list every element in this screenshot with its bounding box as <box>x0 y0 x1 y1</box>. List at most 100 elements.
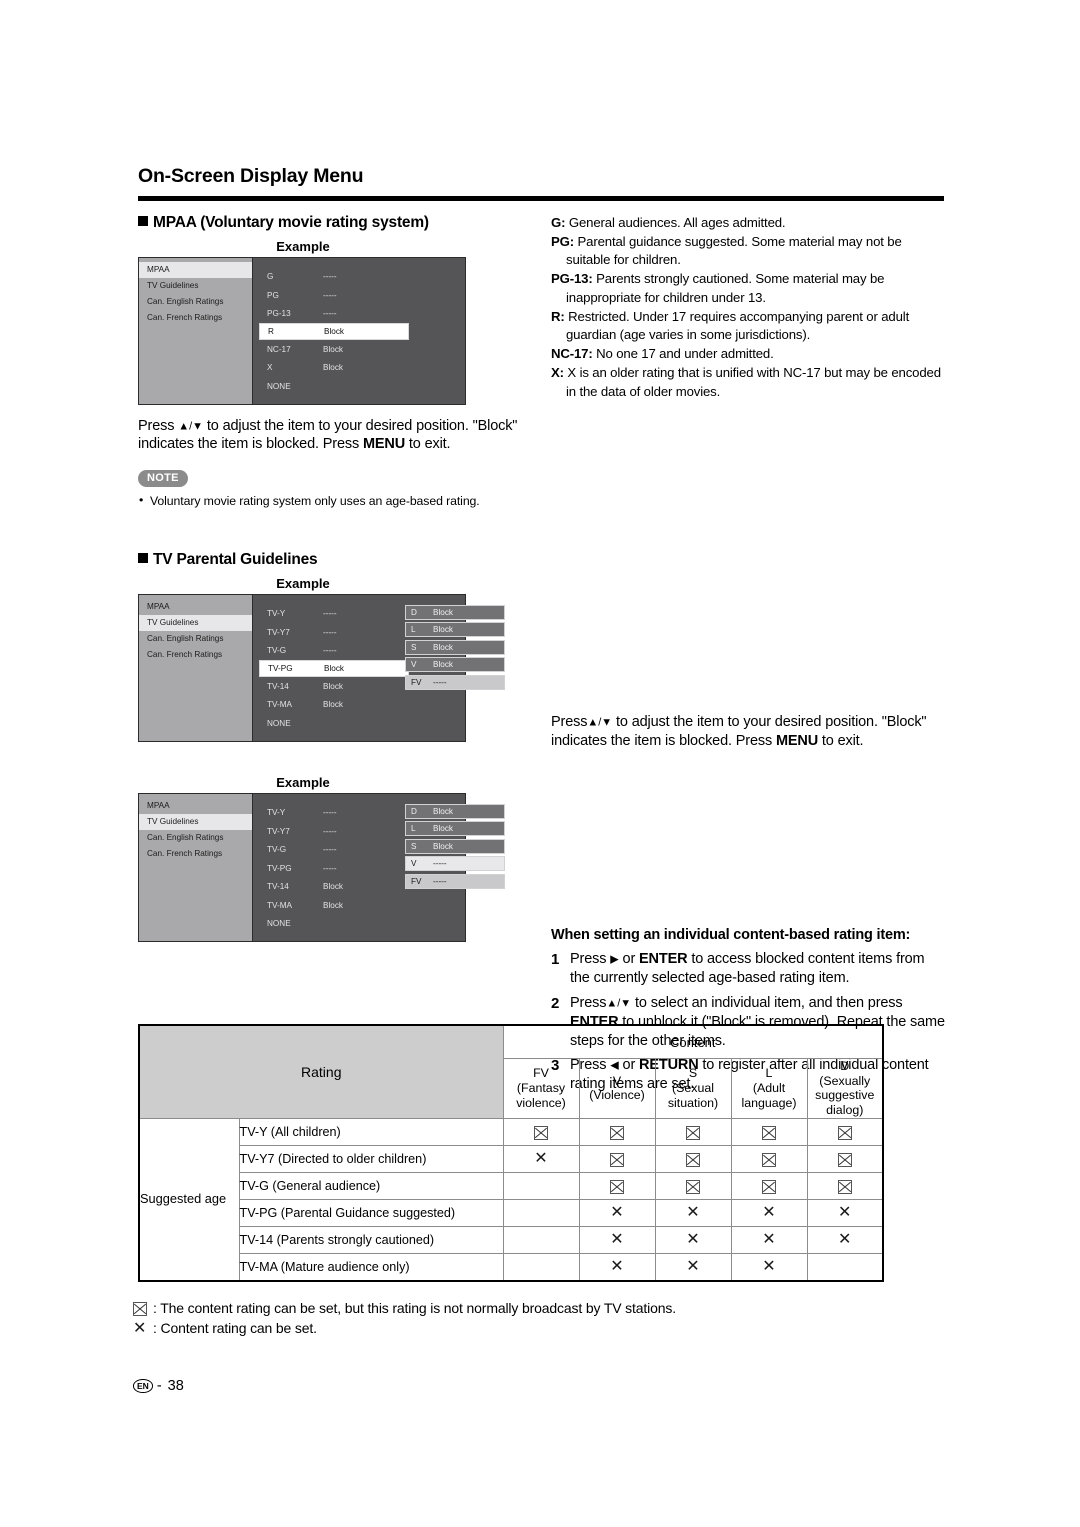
tvg1-content-row[interactable]: FV ----- <box>405 674 505 690</box>
plain-x-icon: ✕ <box>838 1204 852 1221</box>
content-code: S <box>411 642 417 652</box>
tvg1-content-row[interactable]: S Block <box>405 639 505 655</box>
tvg-osd-screen-2: MPAA TV Guidelines Can. English Ratings Can… <box>138 792 505 943</box>
tvg1-menu-item[interactable]: Can. English Ratings <box>139 631 252 647</box>
mpaa-menu-item[interactable]: TV Guidelines <box>139 278 252 294</box>
tvg1-content-panel: D Block L Block S Block V Block FV ----- <box>405 604 505 693</box>
rating-label-cell: TV-Y7 (Directed to older children) <box>238 1144 504 1173</box>
rating-name: TV-MA <box>267 900 293 910</box>
mpaa-example-label: Example <box>276 238 330 254</box>
rating-name: PG-13 <box>267 309 291 319</box>
tvg-example-label-2: Example <box>276 774 330 790</box>
tvg1-content-row[interactable]: D Block <box>405 604 505 620</box>
tvg2-osd-main: D Block L Block S Block V ----- FV ----- TV-Y ----… <box>253 794 505 942</box>
page-title: On-Screen Display Menu <box>138 165 364 187</box>
tvg2-content-row[interactable]: L Block <box>405 821 505 837</box>
legend-boxed-x-icon <box>133 1299 153 1319</box>
step-fragment: to select an individual item, and then p… <box>631 994 903 1011</box>
mpaa-menu-item[interactable]: Can. French Ratings <box>139 310 252 326</box>
table-row: TV-MA (Mature audience only) ✕ ✕ ✕ <box>139 1252 885 1282</box>
tvg2-rating-row[interactable]: TV-MA Block <box>253 896 465 915</box>
mpaa-rating-row[interactable]: PG-13 ----- <box>253 305 465 324</box>
rating-mark-cell <box>654 1171 732 1200</box>
tvg1-rating-row[interactable]: TV-MA Block <box>253 696 465 715</box>
tvg2-content-row[interactable]: FV ----- <box>405 873 505 889</box>
tvg1-menu-item[interactable]: MPAA <box>139 599 252 615</box>
tvg2-content-row[interactable]: S Block <box>405 838 505 854</box>
page-header: On-Screen Display Menu <box>138 165 944 187</box>
right-column-spacer <box>551 401 946 713</box>
rating-mark-cell: ✕ <box>502 1144 580 1173</box>
definition-text: Restricted. Under 17 requires accompanyi… <box>564 308 910 343</box>
rating-name: TV-Y7 <box>267 826 290 836</box>
tvg2-content-row[interactable]: V ----- <box>405 856 505 872</box>
right-column: G: General audiences. All ages admitted.… <box>551 214 946 1094</box>
rating-name: NC-17 <box>267 344 291 354</box>
mpaa-osd-sidebar: MPAA TV Guidelines Can. English Ratings Can… <box>139 257 253 404</box>
content-value: Block <box>433 824 454 834</box>
content-value: Block <box>433 642 454 652</box>
rating-name: TV-Y <box>267 609 286 619</box>
boxed-x-icon <box>686 1179 700 1194</box>
press-text-3: to exit. <box>405 436 451 453</box>
mpaa-menu-item[interactable]: MPAA <box>139 261 252 278</box>
boxed-x-icon <box>837 1179 852 1194</box>
mpaa-rating-row[interactable]: NONE <box>253 377 465 396</box>
legend-row: ✕: Content rating can be set. <box>133 1319 933 1339</box>
mpaa-rating-row[interactable]: G ----- <box>253 268 465 287</box>
rating-mark-cell: ✕ <box>730 1198 808 1227</box>
tvg1-menu-item[interactable]: TV Guidelines <box>139 614 252 632</box>
rating-mark-cell: ✕ <box>730 1225 808 1254</box>
rating-name: TV-PG <box>268 664 293 674</box>
boxed-x-icon <box>610 1125 624 1140</box>
rating-mark-cell <box>806 1171 885 1200</box>
rating-label-cell: TV-14 (Parents strongly cautioned) <box>238 1225 504 1254</box>
column-code: D <box>840 1059 850 1073</box>
tvg1-content-row[interactable]: V Block <box>405 657 505 673</box>
tvg2-menu-item[interactable]: Can. French Ratings <box>139 846 252 862</box>
tvg1-rating-row[interactable]: TV-PG Block <box>259 660 409 678</box>
tvg2-content-row[interactable]: D Block <box>405 803 505 819</box>
tvg2-menu-item[interactable]: MPAA <box>139 798 252 814</box>
content-code: S <box>411 841 417 851</box>
column-description: (Sexually suggestive dialog) <box>815 1073 875 1117</box>
mpaa-rating-row[interactable]: X Block <box>253 359 465 378</box>
definition-term: NC-17: <box>551 346 593 362</box>
mpaa-rating-row[interactable]: R Block <box>259 323 409 341</box>
mpaa-menu-item[interactable]: Can. English Ratings <box>139 294 252 310</box>
column-description: (Violence) <box>589 1088 645 1103</box>
plain-x-icon: ✕ <box>686 1258 700 1275</box>
menu-key-label: MENU <box>775 733 819 750</box>
direction-arrow-icon: ▶ <box>610 953 619 966</box>
definition-text: Parents strongly cautioned. Some materia… <box>566 271 885 305</box>
plain-x-icon: ✕ <box>762 1258 776 1275</box>
mpaa-rating-row[interactable]: PG ----- <box>253 286 465 305</box>
rating-mark-cell <box>730 1171 808 1200</box>
tvg2-menu-item[interactable]: TV Guidelines <box>139 813 252 831</box>
rating-value: ----- <box>323 646 337 656</box>
definition-term: X: <box>551 364 564 380</box>
rating-mark-cell <box>806 1144 885 1173</box>
rating-label-cell: TV-Y (All children) <box>238 1117 504 1146</box>
tvg2-menu-item[interactable]: Can. English Ratings <box>139 830 252 846</box>
rating-value: ----- <box>323 609 337 619</box>
tvg1-rating-row[interactable]: NONE <box>253 714 465 733</box>
content-code: FV <box>411 677 422 687</box>
rating-mark-cell <box>578 1117 656 1146</box>
mpaa-rating-row[interactable]: NC-17 Block <box>253 340 465 359</box>
step-text: Press ▶ or ENTER to access blocked conte… <box>570 950 946 988</box>
rating-definition: PG-13: Parents strongly cautioned. Some … <box>551 270 946 307</box>
boxed-x-icon <box>534 1125 548 1140</box>
boxed-x-icon <box>762 1152 776 1167</box>
tvg1-menu-item[interactable]: Can. French Ratings <box>139 647 252 663</box>
rating-value: ----- <box>323 627 337 637</box>
tvg1-content-row[interactable]: L Block <box>405 622 505 638</box>
step-fragment: or <box>618 951 640 968</box>
rating-definition: X: X is an older rating that is unified … <box>551 364 946 401</box>
table-header-column: S (Sexual situation) <box>654 1058 732 1119</box>
page-footer: EN - 38 <box>133 1378 184 1394</box>
tvg2-rating-row[interactable]: NONE <box>253 915 465 934</box>
column-code: V <box>612 1073 622 1088</box>
column-description: (Sexual situation) <box>667 1080 719 1110</box>
boxed-x-icon <box>610 1152 624 1167</box>
